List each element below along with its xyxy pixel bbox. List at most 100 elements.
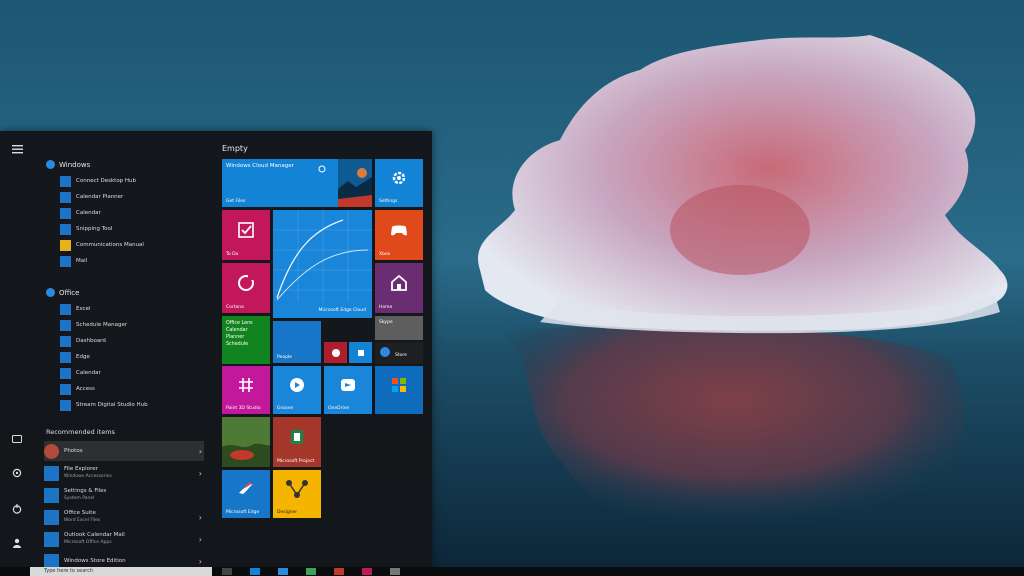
start-rail: [0, 131, 34, 568]
tile-windows[interactable]: [375, 366, 423, 414]
store-icon[interactable]: [334, 568, 344, 575]
chevron-right-icon[interactable]: ›: [199, 469, 202, 478]
tile-people[interactable]: People: [273, 321, 321, 363]
tile-paint[interactable]: [349, 342, 372, 363]
group-header-windows[interactable]: Windows: [46, 160, 90, 169]
chevron-right-icon[interactable]: ›: [199, 513, 202, 522]
recent-title: Office Suite: [64, 510, 96, 516]
tile-paint3d[interactable]: Paint 3D Studio: [222, 366, 270, 414]
app-icon: [60, 255, 71, 267]
user-icon[interactable]: [5, 531, 29, 555]
tile-todo[interactable]: To Do: [222, 210, 270, 260]
tile-designer[interactable]: Designer: [273, 470, 321, 518]
photos-icon[interactable]: [390, 568, 400, 575]
bird-icon: [239, 482, 253, 495]
task-view-icon[interactable]: [222, 568, 232, 575]
app-label: Mail: [76, 258, 88, 264]
home-icon: [391, 274, 407, 291]
power-icon[interactable]: [5, 497, 29, 521]
office-group-icon: [46, 288, 55, 297]
app-list: Windows Connect Desktop Hub Calendar Pla…: [40, 131, 208, 568]
app-label: Calendar: [76, 370, 101, 376]
tile-office-lens[interactable]: Office Lens Calendar Planner Schedule: [222, 316, 270, 364]
settings-app-icon: [44, 487, 59, 503]
explorer-icon[interactable]: [278, 568, 288, 575]
tile-project[interactable]: Microsoft Project: [273, 417, 321, 467]
gear-icon: [392, 171, 406, 185]
settings-icon[interactable]: [5, 461, 29, 485]
tile-groove[interactable]: Groove: [273, 366, 321, 414]
app-icon: [60, 175, 71, 187]
chevron-right-icon[interactable]: ›: [199, 557, 202, 566]
tile-nature-photo[interactable]: [222, 417, 270, 467]
app-item[interactable]: Calendar Planner: [60, 190, 123, 204]
tile-settings[interactable]: Settings: [375, 159, 423, 207]
recent-item[interactable]: Windows Store Edition ›: [44, 551, 204, 568]
tile-windows-cloud[interactable]: Windows Cloud Manager Get Files: [222, 159, 372, 207]
taskbar-search-box[interactable]: Type here to search: [30, 567, 212, 576]
tile-cortana[interactable]: Cortana: [222, 263, 270, 313]
app-item[interactable]: Stream Digital Studio Hub: [60, 398, 148, 412]
tile-store[interactable]: Store: [375, 342, 423, 364]
group-label: Office: [59, 288, 80, 297]
edge-icon[interactable]: [306, 568, 316, 575]
app-label: Communications Manual: [76, 242, 144, 248]
app-item[interactable]: Mail: [60, 254, 87, 268]
recent-item[interactable]: Outlook Calendar Mail Microsoft Office Ap…: [44, 529, 204, 549]
app-label: Edge: [76, 354, 90, 360]
app-label: Schedule Manager: [76, 322, 128, 328]
tile-skype[interactable]: Skype: [375, 316, 423, 340]
app-item[interactable]: Access: [60, 382, 95, 396]
tile-home[interactable]: Home: [375, 263, 423, 313]
tile-xbox[interactable]: Xbox: [375, 210, 423, 260]
tile-photos[interactable]: [324, 342, 347, 363]
hamburger-icon[interactable]: [5, 137, 29, 161]
windows-group-icon: [46, 160, 55, 169]
app-label: Connect Desktop Hub: [76, 178, 137, 184]
chevron-right-icon[interactable]: ›: [199, 447, 202, 456]
tile-label: Microsoft Edge: [226, 510, 260, 515]
recommended-header: Recommended items: [46, 428, 115, 436]
line-graph-icon: [273, 210, 372, 302]
tile-edge[interactable]: Microsoft Edge: [222, 470, 270, 518]
group-header-office[interactable]: Office: [46, 288, 79, 297]
photo-thumbnail-icon: [338, 159, 372, 207]
recent-item[interactable]: Photos ›: [44, 441, 204, 461]
tile-onedrive[interactable]: OneDrive: [324, 366, 372, 414]
photo-icon: [331, 348, 340, 357]
gamepad-icon: [391, 225, 407, 236]
mail-icon[interactable]: [250, 568, 260, 575]
app-item[interactable]: Excel: [60, 302, 91, 316]
recent-title: Photos: [64, 447, 83, 454]
recent-item[interactable]: Settings & Files System Panel: [44, 485, 204, 505]
folder-icon: [44, 465, 59, 481]
recent-item[interactable]: Office Suite Word Excel Files ›: [44, 507, 204, 527]
tile-chart[interactable]: Microsoft Edge Cloud: [273, 210, 372, 318]
app-item[interactable]: Schedule Manager: [60, 318, 127, 332]
app-item[interactable]: Edge: [60, 350, 90, 364]
app-item[interactable]: Calendar: [60, 366, 101, 380]
app-label: Dashboard: [76, 338, 106, 344]
app-item[interactable]: Connect Desktop Hub: [60, 174, 136, 188]
chevron-right-icon[interactable]: ›: [199, 535, 202, 544]
recent-item[interactable]: File Explorer Windows Accessories ›: [44, 463, 204, 483]
tile-note-text: Office Lens Calendar Planner Schedule: [226, 320, 266, 348]
app-icon: [60, 383, 71, 395]
tile-label: People: [277, 355, 292, 360]
app-item[interactable]: Communications Manual: [60, 238, 144, 252]
recent-subtitle: Windows Accessories: [64, 474, 112, 479]
tile-label: Paint 3D Studio: [226, 406, 261, 411]
recent-subtitle: System Panel: [64, 496, 95, 501]
app-item[interactable]: Dashboard: [60, 334, 106, 348]
tile-label: Settings: [379, 199, 398, 204]
app-item[interactable]: Calendar: [60, 206, 101, 220]
recent-title: Outlook Calendar Mail: [64, 532, 125, 538]
tablet-icon[interactable]: [5, 427, 29, 451]
group-label: Windows: [59, 160, 91, 169]
recent-title: Windows Store Edition: [64, 557, 126, 564]
teams-icon[interactable]: [362, 568, 372, 575]
checklist-icon: [238, 222, 254, 238]
app-icon: [60, 399, 71, 411]
tile-label: Groove: [277, 406, 294, 411]
app-item[interactable]: Snipping Tool: [60, 222, 112, 236]
